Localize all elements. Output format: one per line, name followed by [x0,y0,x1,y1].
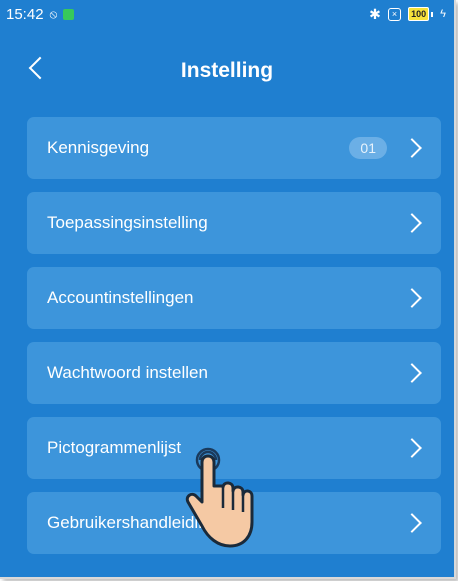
menu-item-accountinstellingen[interactable]: Accountinstellingen [27,267,441,329]
menu-item-label: Toepassingsinstelling [47,213,208,232]
no-sim-icon: × [387,7,402,21]
status-time: 15:42 [6,5,44,23]
menu-item-label: Kennisgeving [47,138,150,157]
tap-hand-icon [185,447,254,548]
menu-item-wachtwoord-instellen[interactable]: Wachtwoord instellen [27,342,441,404]
battery-level: 100 [408,7,430,21]
charging-icon: ϟ [440,8,446,20]
chevron-right-icon [402,288,422,308]
bluetooth-icon: ✱ [369,5,381,22]
menu-item-label: Wachtwoord instellen [47,363,208,382]
chevron-right-icon [402,513,422,533]
status-bar: 15:42 ⦸ ✱ × 100 ϟ [0,0,454,28]
phone-screen: 15:42 ⦸ ✱ × 100 ϟ Instelling Kennisgevin… [0,0,456,579]
page-title: Instelling [180,59,274,82]
chevron-right-icon [402,213,422,233]
app-notification-icon [63,8,75,20]
chevron-right-icon [402,138,422,158]
battery-icon: 100 [408,7,434,21]
menu-item-label: Accountinstellingen [47,288,194,307]
menu-item-toepassingsinstelling[interactable]: Toepassingsinstelling [27,192,441,254]
chevron-right-icon [402,438,422,458]
mute-icon: ⦸ [49,6,58,21]
chevron-right-icon [402,363,422,383]
header-bar: Instelling [0,28,454,98]
notification-count-badge: 01 [349,137,387,159]
menu-item-kennisgeving[interactable]: Kennisgeving 01 [27,117,441,179]
